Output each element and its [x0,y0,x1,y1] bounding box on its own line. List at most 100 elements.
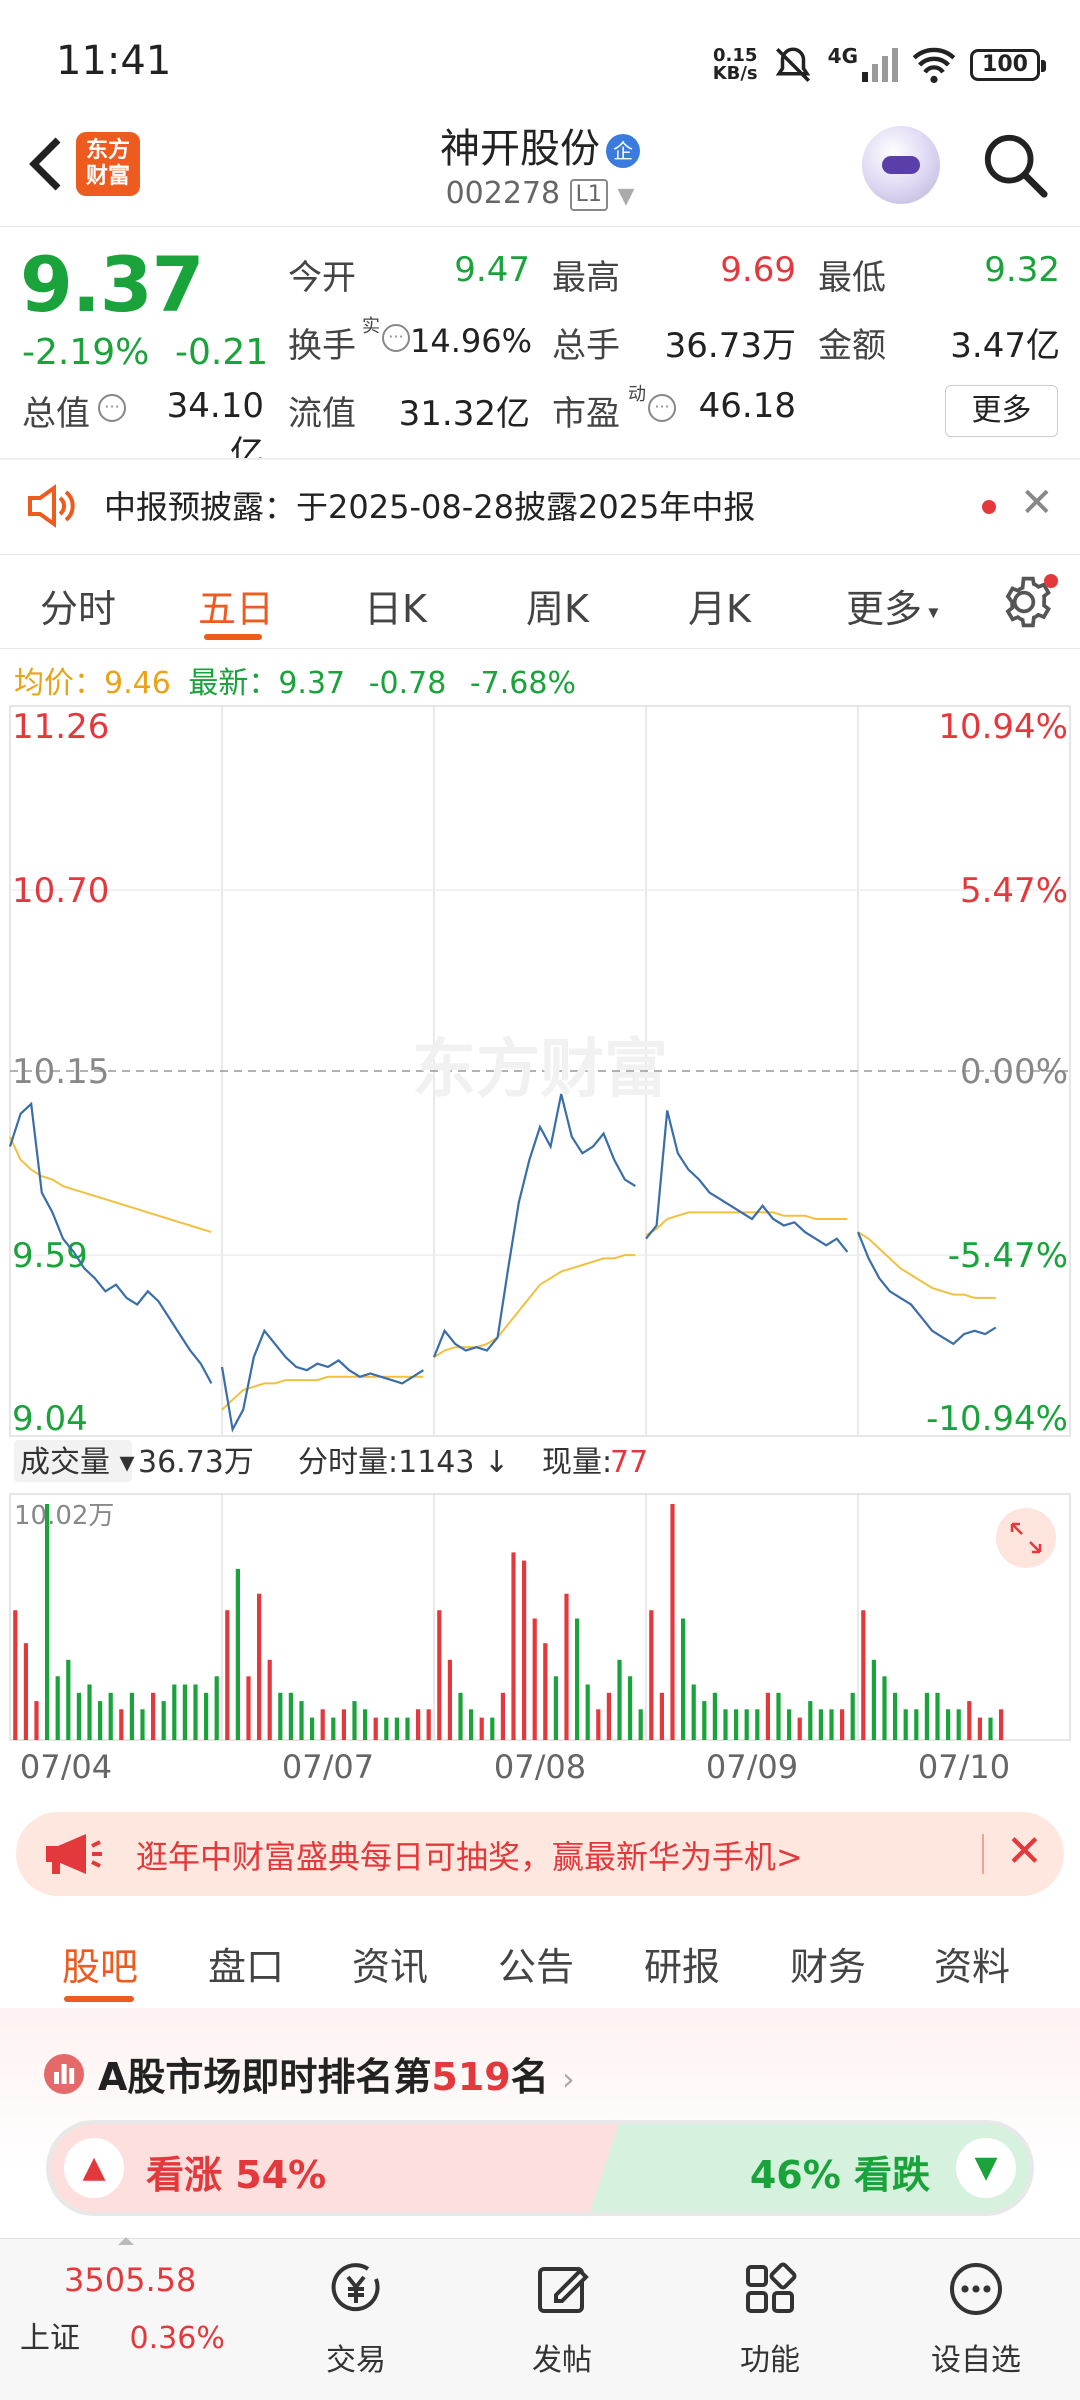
tab-announcements[interactable]: 公告 [498,1936,574,1991]
tab-more[interactable]: 更多 ▾ [846,578,938,633]
x-tick-label: 07/09 [706,1748,798,1780]
index-name: 上证 [20,2321,80,2356]
active-tab-indicator [204,634,262,640]
tab-intraday[interactable]: 分时 [40,578,116,633]
volume-bar [681,1618,686,1740]
volume-total: 36.73万 [138,1445,254,1480]
volume-bar [617,1659,622,1740]
volume-bar [649,1610,654,1740]
avg-price-line [433,1254,636,1358]
tab-weekly-k[interactable]: 周K [526,578,589,633]
chevron-right-icon: › [562,2060,575,2098]
close-icon[interactable]: ✕ [1006,1826,1043,1877]
tab-daily-k[interactable]: 日K [364,578,427,633]
volume-bar [935,1692,940,1740]
stock-code: 002278 [445,176,561,211]
volume-bar [34,1701,39,1740]
stock-name-text: 神开股份 [440,126,600,172]
tabs-divider [0,648,1080,649]
latest-change: -0.78 [368,666,447,701]
volume-bar [532,1618,537,1740]
x-tick-label: 07/10 [918,1748,1010,1780]
vote-down-button[interactable]: ▼ [956,2138,1016,2198]
net-speed-unit: KB/s [712,63,758,84]
five-day-chart[interactable]: 东方财富 11.26 10.94% 10.70 5.47% 10.15 0.00% 9.59-… [0,700,1080,1786]
bar-chart-icon [44,2054,84,2094]
volume-bar [204,1692,209,1740]
tab-five-day[interactable]: 五日 [198,578,274,633]
notice-bar[interactable]: 中报预披露：于2025-08-28披露2025年中报 ✕ [0,460,1080,554]
tab-monthly-k[interactable]: 月K [688,578,751,633]
volume-plot-frame [9,1493,1071,1741]
volume-bar [575,1618,580,1740]
mute-bell-icon [775,47,810,82]
volume-bar [808,1701,813,1740]
bullish-label: 看涨 54% [146,2153,327,2197]
volume-bar [98,1701,103,1740]
nav-functions[interactable]: 功能 [690,2259,850,2379]
info-tabs: 股吧 盘口 资讯 公告 研报 财务 资料 [0,1912,1080,2008]
open-value: 9.47 [454,250,530,290]
volume-bar [585,1684,590,1740]
avg-label: 均价： [14,666,104,701]
battery-icon: 100 [970,49,1046,81]
volume-bar [267,1659,272,1740]
info-icon[interactable]: ··· [648,394,676,422]
volume-bar [151,1692,156,1740]
volume-bar [914,1709,919,1740]
promo-banner[interactable]: 逛年中财富盛典每日可抽奖，赢最新华为手机> ✕ [16,1812,1064,1896]
active-tab-indicator [64,1996,134,2002]
nav-trade[interactable]: 交易 [276,2259,436,2379]
close-icon[interactable]: ✕ [1020,480,1054,526]
bottom-nav: 3505.58 上证 0.36% 交易 发帖 功能 设自选 [0,2237,1080,2400]
nav-trade-label: 交易 [326,2343,386,2378]
volume-bar [129,1692,134,1740]
vote-up-button[interactable]: ▲ [64,2138,124,2198]
nav-post-label: 发帖 [532,2343,592,2378]
price-line [220,1328,424,1433]
nav-post[interactable]: 发帖 [482,2259,642,2379]
volume-bar [225,1610,230,1740]
float-label: 流值 [288,394,356,434]
info-icon[interactable]: ··· [382,324,410,352]
volume-bar [140,1709,145,1740]
volume-label: 成交量 ▾ [20,1445,135,1480]
index-value: 3505.58 [64,2261,197,2299]
x-tick-label: 07/08 [494,1748,586,1780]
volume-bar [193,1684,198,1740]
market-rank-section: A股市场即时排名第519名 › ▲ 看涨 54% 46% 看跌 ▼ [0,2008,1080,2238]
megaphone-icon [46,1834,102,1874]
info-icon[interactable]: ··· [98,394,126,422]
index-pct: 0.36% [129,2321,225,2356]
volume-bar [426,1709,431,1740]
volume-bar [840,1709,845,1740]
tab-financials[interactable]: 财务 [790,1936,866,1991]
nav-add-watchlist[interactable]: 设自选 [896,2259,1056,2379]
volume-bar [384,1717,389,1740]
tab-orderbook[interactable]: 盘口 [208,1936,284,1991]
search-icon[interactable] [980,130,1050,200]
ai-assistant-avatar[interactable] [862,126,940,204]
speaker-icon [28,484,75,528]
tab-forum[interactable]: 股吧 [62,1936,138,1991]
rank-suffix: 名 [510,2055,549,2099]
volume-bar [458,1692,463,1740]
volume-bar [447,1659,452,1740]
latest-change-pct: -7.68% [469,666,576,701]
y-right-tick-label: -5.47% [948,1236,1068,1276]
rank-link[interactable]: A股市场即时排名第519名 › [98,2046,575,2101]
tab-profile[interactable]: 资料 [934,1936,1010,1991]
tab-news[interactable]: 资讯 [352,1936,428,1991]
volume-bar [320,1709,325,1740]
index-ticker[interactable]: 3505.58 上证 0.36% [20,2261,250,2357]
tab-research[interactable]: 研报 [644,1936,720,1991]
sentiment-vote-bar: ▲ 看涨 54% 46% 看跌 ▼ [46,2120,1034,2216]
volume-bar [628,1676,633,1740]
volume-bar [988,1717,993,1740]
level-badge: L1 [569,178,608,211]
more-quote-button[interactable]: 更多 [945,385,1058,437]
volume-bar [172,1684,177,1740]
volume-bar [606,1692,611,1740]
volume-bar [967,1701,972,1740]
y-left-tick-label: 10.15 [12,1052,109,1092]
